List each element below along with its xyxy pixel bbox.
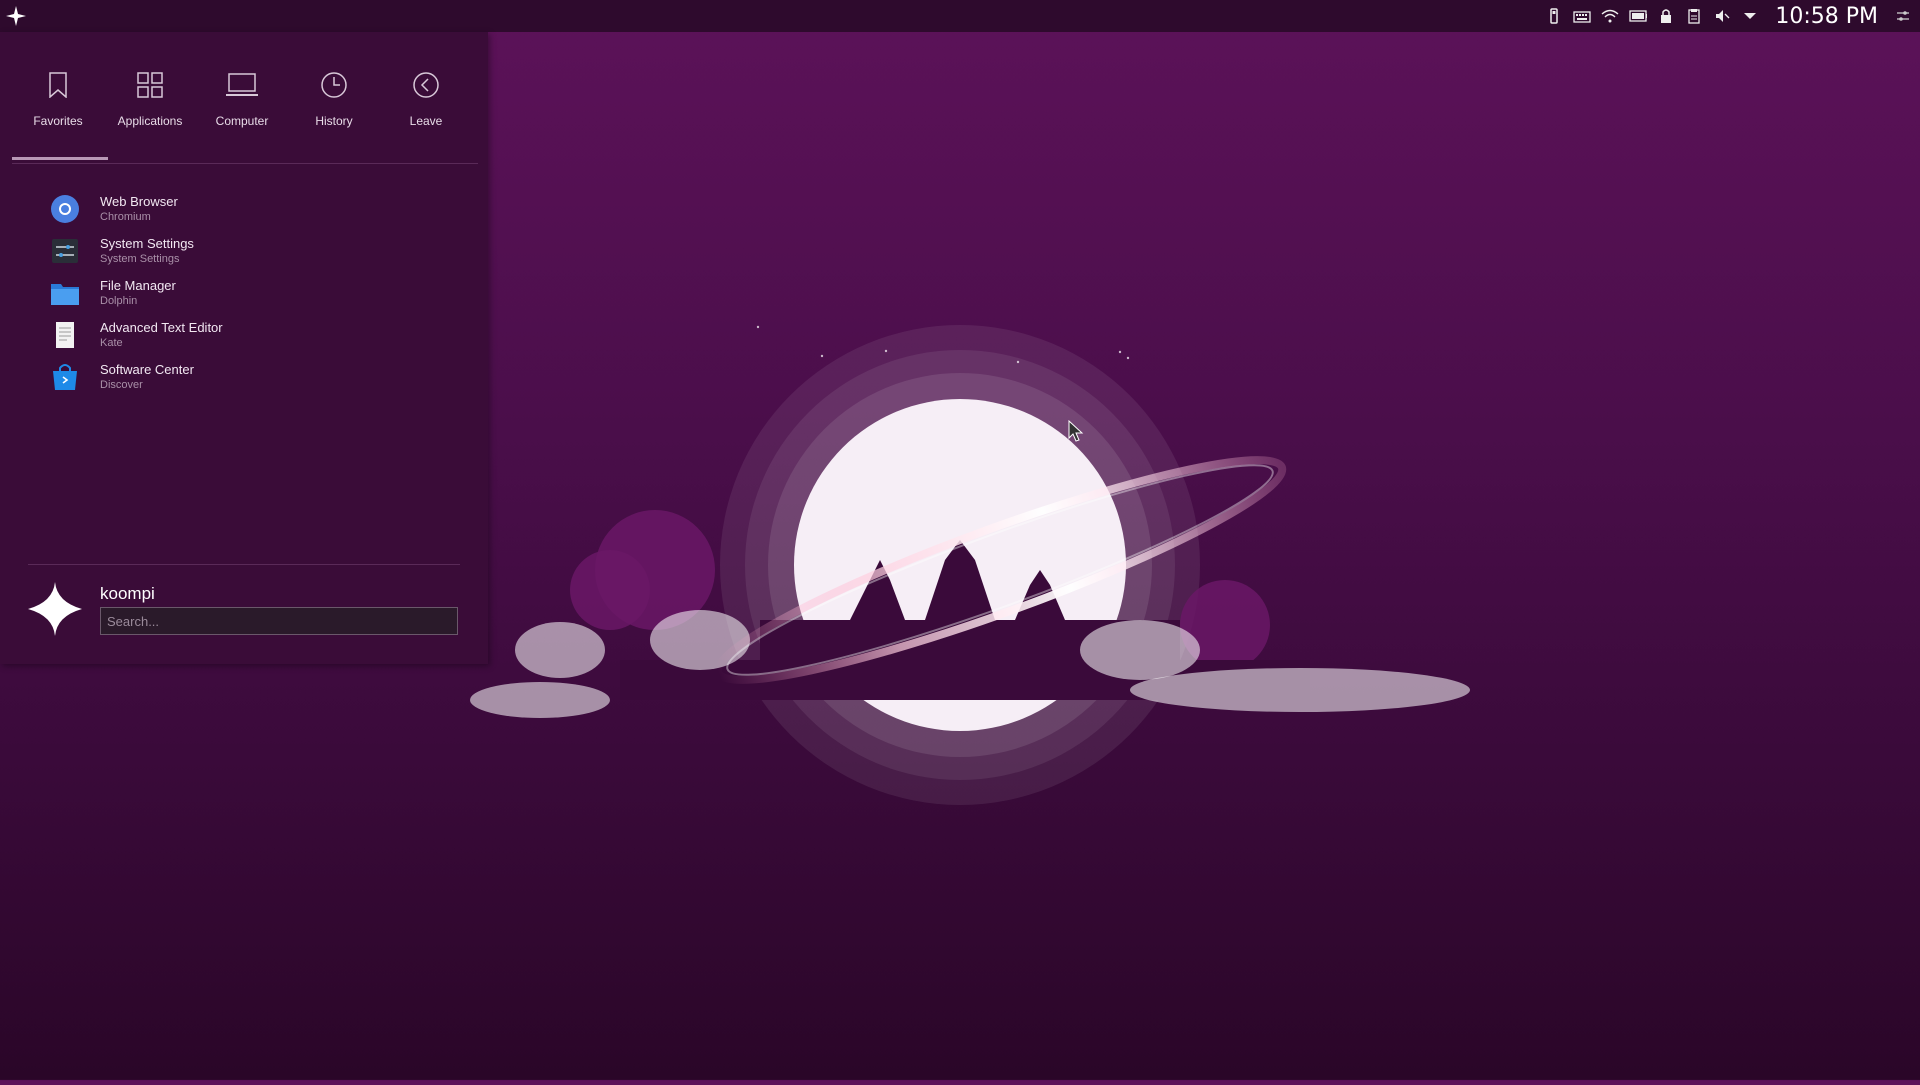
tab-leave[interactable]: Leave [380, 54, 472, 160]
application-launcher-menu: Favorites Applications Computer History … [0, 32, 488, 664]
bookmark-icon [41, 68, 75, 102]
battery-icon[interactable] [1629, 7, 1648, 25]
system-tray: 10:58 PM [1545, 0, 1920, 32]
folder-icon [50, 278, 80, 308]
wifi-icon[interactable] [1601, 7, 1619, 25]
clock[interactable]: 10:58 PM [1775, 4, 1878, 29]
app-subtitle: Discover [100, 379, 143, 391]
text-editor-icon [50, 320, 80, 350]
tab-favorites[interactable]: Favorites [12, 54, 108, 160]
app-subtitle: Kate [100, 337, 123, 349]
app-name: Advanced Text Editor [100, 320, 223, 335]
mouse-cursor-icon [1068, 419, 1084, 447]
tab-label: Computer [215, 114, 269, 128]
tab-label: History [315, 114, 353, 128]
list-item-text-editor[interactable]: Advanced Text Editor Kate [50, 314, 470, 356]
usb-icon[interactable] [1545, 7, 1563, 25]
back-arrow-icon [409, 68, 443, 102]
clipboard-icon[interactable] [1685, 7, 1703, 25]
app-name: System Settings [100, 236, 194, 251]
koompi-logo-icon [28, 582, 82, 636]
tab-label: Favorites [33, 114, 83, 128]
expand-arrow-icon[interactable] [1741, 7, 1759, 25]
tab-label: Applications [117, 114, 183, 128]
app-subtitle: System Settings [100, 253, 180, 265]
search-input[interactable] [100, 607, 458, 635]
app-subtitle: Chromium [100, 211, 151, 223]
tabs-divider [12, 163, 478, 164]
store-icon [50, 362, 80, 392]
app-name: Software Center [100, 362, 194, 377]
list-item-web-browser[interactable]: Web Browser Chromium [50, 188, 470, 230]
app-name: Web Browser [100, 194, 178, 209]
list-item-system-settings[interactable]: System Settings System Settings [50, 230, 470, 272]
grid-icon [133, 68, 167, 102]
panel-settings-icon[interactable] [1894, 7, 1912, 25]
laptop-icon [225, 68, 259, 102]
chromium-icon [50, 194, 80, 224]
list-item-file-manager[interactable]: File Manager Dolphin [50, 272, 470, 314]
app-subtitle: Dolphin [100, 295, 138, 307]
volume-muted-icon[interactable] [1713, 7, 1731, 25]
footer-divider [28, 564, 460, 565]
tab-history[interactable]: History [288, 54, 380, 160]
tab-computer[interactable]: Computer [196, 54, 288, 160]
tab-applications[interactable]: Applications [104, 54, 196, 160]
tab-label: Leave [409, 114, 443, 128]
settings-icon [50, 236, 80, 266]
favorites-list: Web Browser Chromium System Settings Sys… [50, 188, 470, 398]
top-panel: 10:58 PM [0, 0, 1920, 32]
keyboard-icon[interactable] [1573, 7, 1591, 25]
user-name: koompi [100, 584, 155, 603]
application-launcher-button[interactable] [0, 0, 32, 32]
clock-icon [317, 68, 351, 102]
app-name: File Manager [100, 278, 176, 293]
lock-icon[interactable] [1657, 7, 1675, 25]
list-item-software-center[interactable]: Software Center Discover [50, 356, 470, 398]
koompi-logo-icon [6, 6, 26, 26]
launcher-tabs: Favorites Applications Computer History … [12, 54, 478, 164]
